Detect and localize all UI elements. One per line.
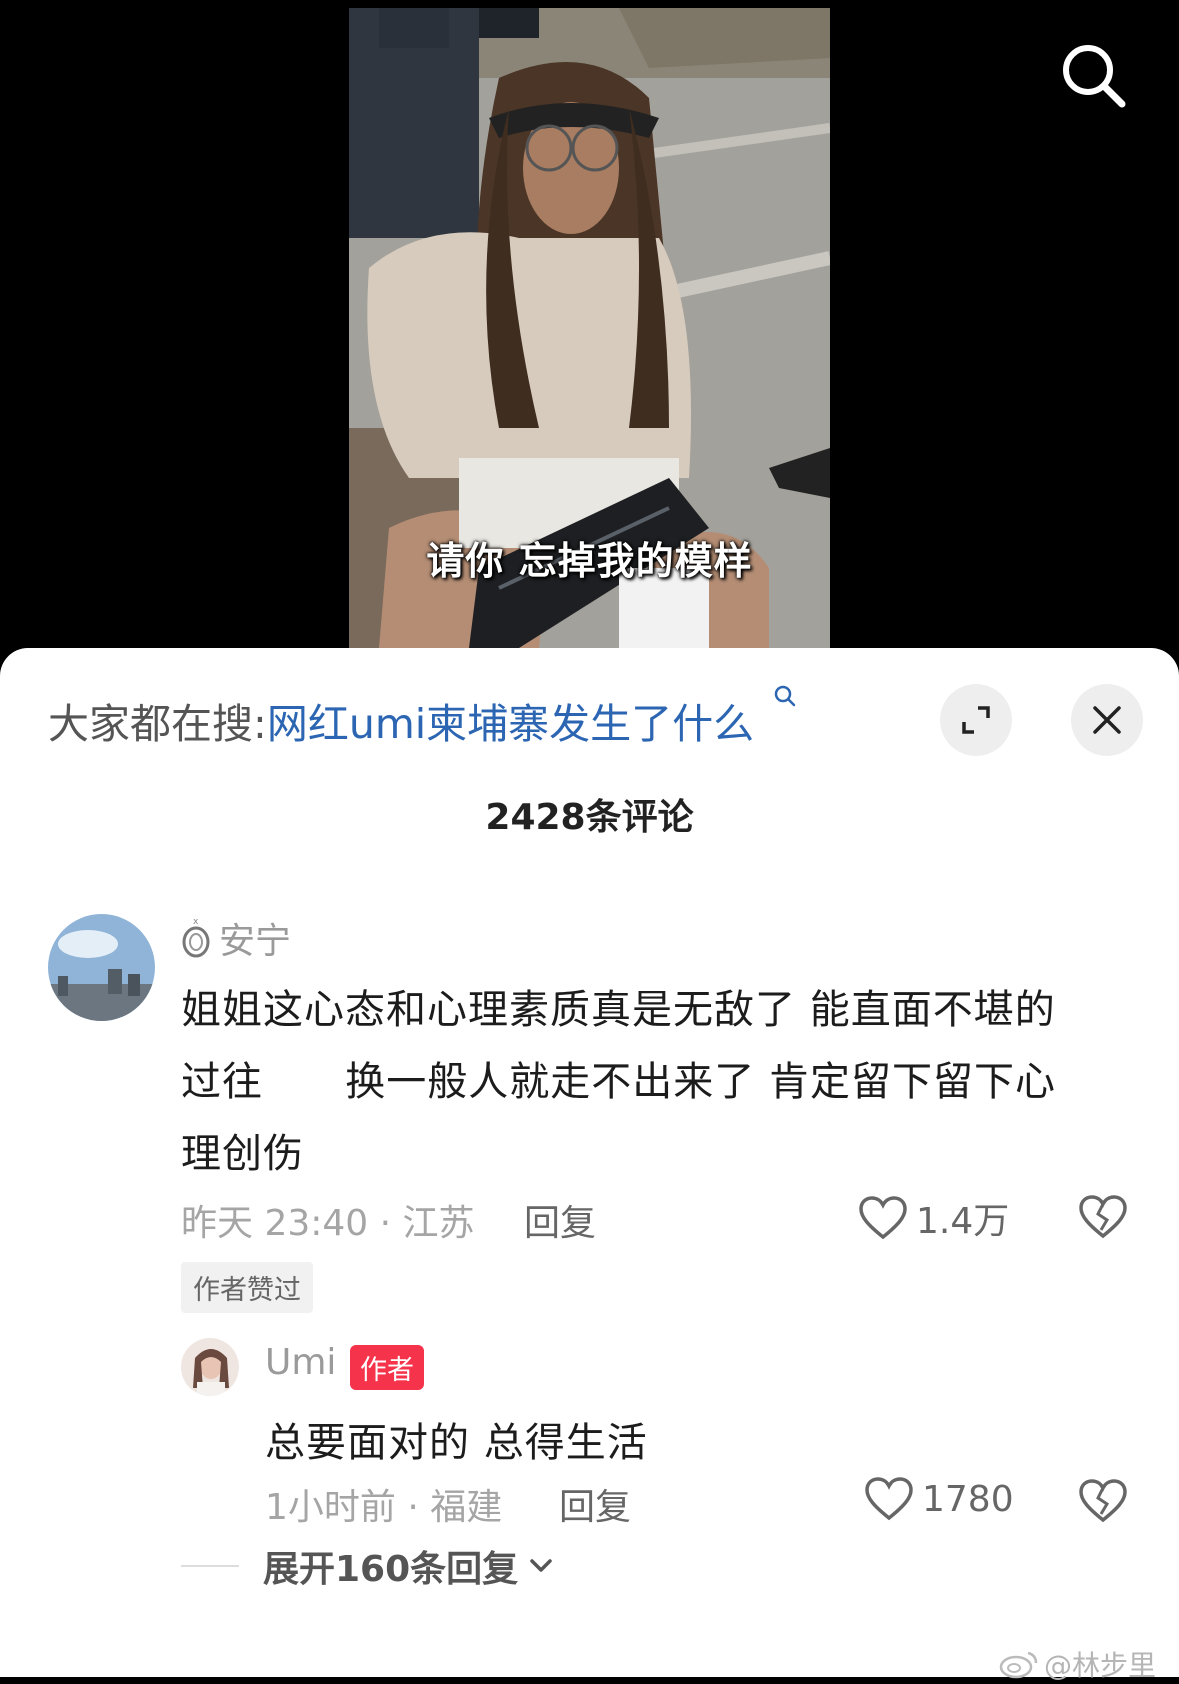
reply-avatar[interactable] xyxy=(181,1338,239,1396)
heart-icon xyxy=(859,1196,907,1240)
comment-reply-button[interactable]: 回复 xyxy=(524,1194,596,1246)
expand-replies-label[interactable]: 展开160条回复 xyxy=(263,1540,518,1592)
comment-like-button[interactable]: 1.4万 xyxy=(858,1192,1009,1244)
weibo-logo-icon xyxy=(999,1651,1038,1679)
reply-dislike-button[interactable] xyxy=(1078,1478,1128,1524)
chevron-down-icon xyxy=(530,1559,552,1572)
video-subtitle: 请你 忘掉我的模样 xyxy=(426,539,753,583)
reply-like-button[interactable]: 1780 xyxy=(864,1476,1014,1522)
avatar-image xyxy=(181,1338,239,1396)
watermark-text: @林步里 xyxy=(1044,1649,1157,1682)
comment-text-line: 过往 换一般人就走不出来了 肯定留下留下心 xyxy=(181,1059,1057,1105)
svg-text:x: x xyxy=(193,917,199,927)
comment-meta: 昨天 23:40 · 江苏 xyxy=(181,1203,475,1244)
comments-sheet: 大家都在搜: 网红umi柬埔寨发生了什么 2428条评论 x 安宁 姐姐这心态和… xyxy=(0,648,1179,1677)
watermark: @林步里 xyxy=(998,1644,1156,1684)
search-icon xyxy=(1063,45,1126,108)
comment-like-count: 1.4万 xyxy=(916,1201,1010,1242)
reply-reply-button[interactable]: 回复 xyxy=(559,1478,631,1530)
trending-search-link[interactable]: 网红umi柬埔寨发生了什么 xyxy=(267,685,797,750)
user-badge-icon: x xyxy=(182,917,210,958)
author-liked-tag: 作者赞过 xyxy=(181,1262,313,1313)
reply-like-count: 1780 xyxy=(922,1478,1014,1520)
reply-username[interactable]: Umi xyxy=(265,1342,336,1383)
author-badge: 作者 xyxy=(350,1345,424,1390)
heart-icon xyxy=(865,1477,913,1521)
comment-username-row[interactable]: x 安宁 xyxy=(181,912,291,964)
avatar-image xyxy=(48,914,155,1021)
close-button[interactable] xyxy=(1071,684,1143,756)
expand-button[interactable] xyxy=(940,684,1012,756)
comment-text-line: 姐姐这心态和心理素质真是无敌了 能直面不堪的 xyxy=(181,987,1056,1033)
comment-text: 姐姐这心态和心理素质真是无敌了 能直面不堪的 过往 换一般人就走不出来了 肯定留… xyxy=(181,974,1141,1190)
trending-search-row: 大家都在搜: 网红umi柬埔寨发生了什么 xyxy=(48,685,797,752)
trending-search-prefix: 大家都在搜: xyxy=(48,700,267,748)
trending-search-query[interactable]: 网红umi柬埔寨发生了什么 xyxy=(267,700,754,748)
avatar[interactable] xyxy=(48,914,155,1021)
broken-heart-icon xyxy=(1079,1479,1127,1523)
close-icon xyxy=(1093,706,1121,734)
comment-count: 2428条评论 xyxy=(485,797,694,838)
reply-meta: 1小时前 · 福建 xyxy=(265,1487,503,1528)
comment-text-line: 理创伤 xyxy=(181,1131,304,1177)
reply-text: 总要面对的 总得生活 xyxy=(265,1420,648,1466)
video-frame[interactable]: 请你 忘掉我的模样 xyxy=(349,8,830,648)
video-area[interactable]: 请你 忘掉我的模样 xyxy=(0,0,1179,660)
expand-icon xyxy=(962,706,990,734)
expand-replies-button[interactable]: 展开160条回复 xyxy=(181,1540,556,1592)
broken-heart-icon xyxy=(1079,1195,1127,1239)
comment-username[interactable]: 安宁 xyxy=(219,912,291,964)
search-small-icon xyxy=(774,685,796,707)
search-button[interactable] xyxy=(1058,40,1130,112)
comment-dislike-button[interactable] xyxy=(1078,1194,1128,1240)
expand-divider xyxy=(181,1565,239,1567)
